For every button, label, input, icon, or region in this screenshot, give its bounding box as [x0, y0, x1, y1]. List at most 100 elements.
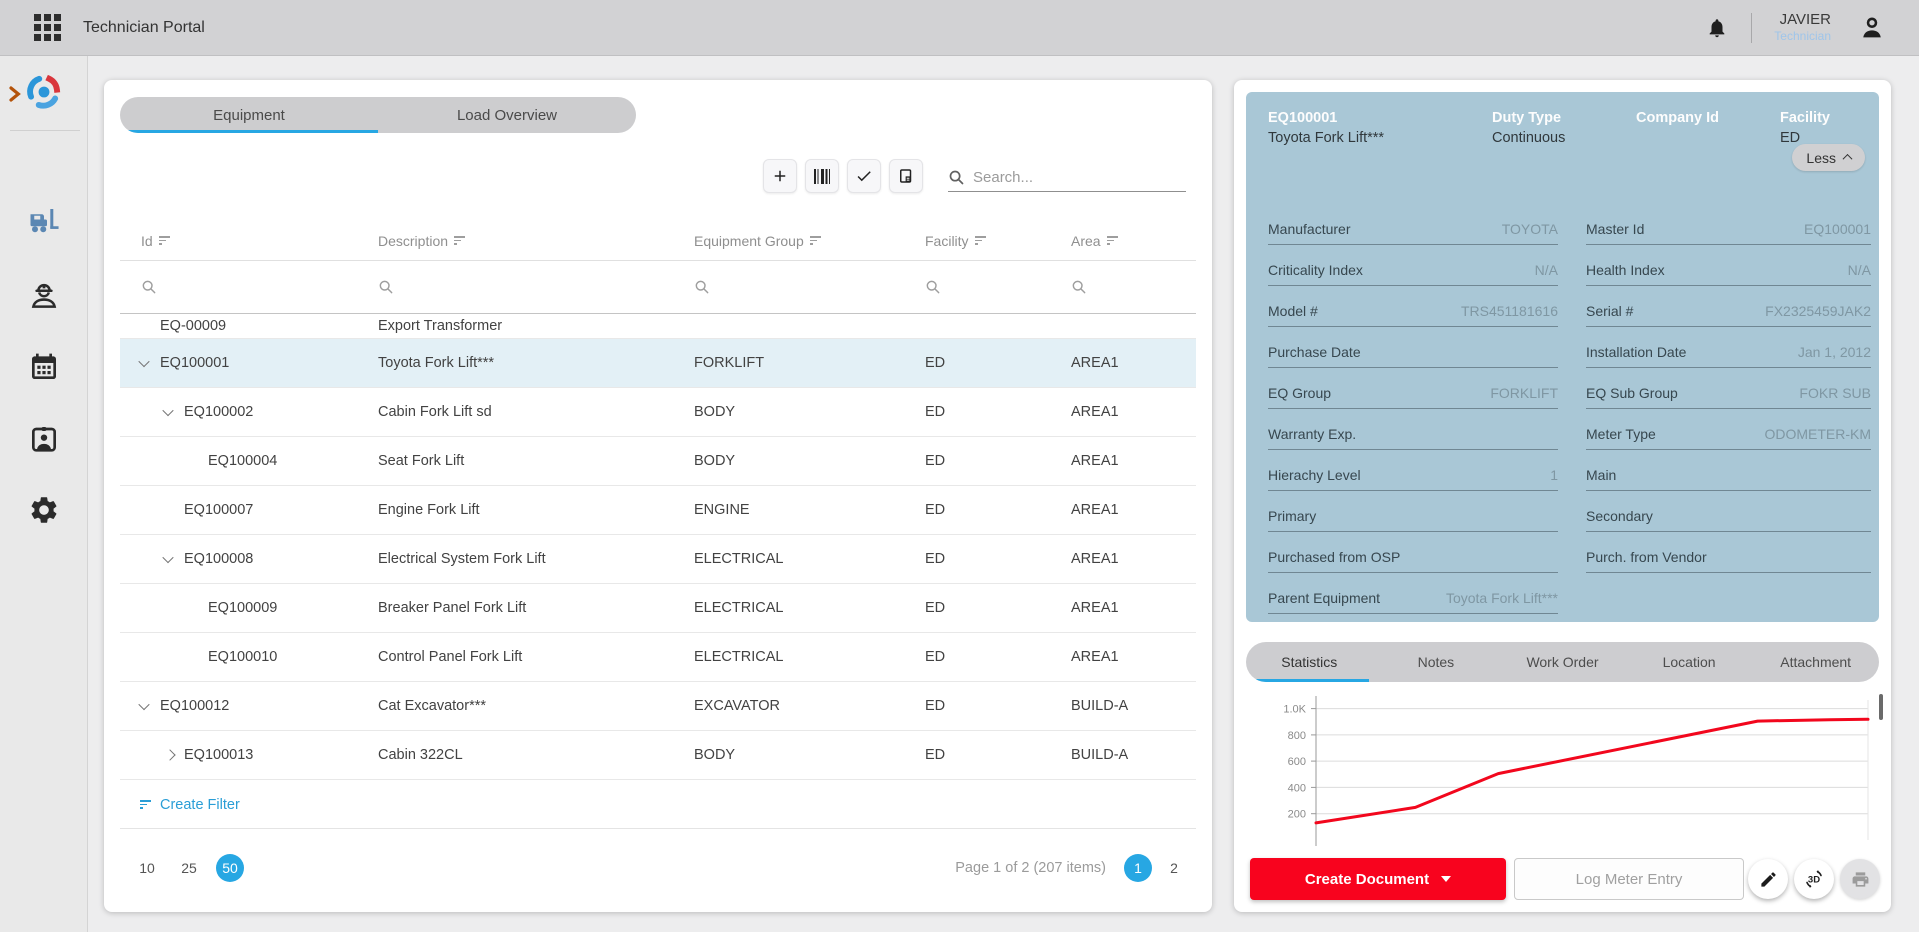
- caret-down-icon: [1441, 876, 1451, 882]
- table-header-row: Id Description Equipment Group Facility …: [120, 221, 1196, 261]
- detail-field: Meter Type ODOMETER-KM: [1586, 409, 1871, 450]
- svg-text:600: 600: [1288, 756, 1306, 768]
- detail-field: Main: [1586, 450, 1871, 491]
- detail-tab-statistics[interactable]: Statistics: [1246, 642, 1373, 682]
- row-area: AREA1: [1071, 453, 1196, 469]
- add-button[interactable]: [763, 159, 797, 193]
- row-description: Engine Fork Lift: [378, 502, 694, 518]
- page-button-2[interactable]: 2: [1160, 854, 1188, 882]
- header-filter-icon[interactable]: [1107, 236, 1118, 245]
- detail-tab-attachment[interactable]: Attachment: [1752, 642, 1879, 682]
- rotate-3d-button[interactable]: 3D: [1794, 859, 1834, 899]
- equipment-forklift-icon[interactable]: [20, 197, 68, 245]
- collapse-chevron-icon[interactable]: [8, 86, 22, 107]
- row-expand-icon[interactable]: [140, 702, 160, 710]
- log-meter-entry-button[interactable]: Log Meter Entry: [1514, 858, 1744, 900]
- filter-input-area[interactable]: [1071, 261, 1196, 313]
- row-equipment-group: ELECTRICAL: [694, 551, 925, 567]
- chart-scrollbar[interactable]: [1879, 694, 1883, 720]
- field-value: FOKR SUB: [1799, 385, 1871, 401]
- notification-bell-icon[interactable]: [1699, 10, 1735, 46]
- detail-tab-work-order[interactable]: Work Order: [1499, 642, 1626, 682]
- row-expand-icon[interactable]: [164, 751, 184, 759]
- badge-icon[interactable]: [20, 415, 68, 463]
- row-facility: ED: [925, 404, 1071, 420]
- detail-field: Primary: [1268, 491, 1558, 532]
- line-chart: 2004006008001.0K: [1246, 690, 1880, 848]
- column-header-description[interactable]: Description: [378, 233, 694, 249]
- row-expand-icon[interactable]: [164, 408, 184, 416]
- table-row[interactable]: EQ100013 Cabin 322CL BODY ED BUILD-A: [120, 731, 1196, 780]
- header-filter-icon[interactable]: [975, 236, 986, 245]
- technician-icon[interactable]: [20, 272, 68, 320]
- filter-input-description[interactable]: [378, 261, 694, 313]
- field-label: Health Index: [1586, 262, 1665, 278]
- apps-grid-icon[interactable]: [34, 14, 61, 41]
- row-facility: ED: [925, 747, 1071, 763]
- row-equipment-group: ELECTRICAL: [694, 600, 925, 616]
- detail-duty-type: Duty Type Continuous: [1492, 108, 1565, 149]
- row-description: Cabin 322CL: [378, 747, 694, 763]
- field-value: Toyota Fork Lift***: [1446, 590, 1558, 606]
- row-description: Cabin Fork Lift sd: [378, 404, 694, 420]
- search-field[interactable]: [948, 164, 1186, 192]
- table-row[interactable]: EQ100002 Cabin Fork Lift sd BODY ED AREA…: [120, 388, 1196, 437]
- tab-equipment[interactable]: Equipment: [120, 97, 378, 133]
- detail-equipment-name: Toyota Fork Lift***: [1268, 128, 1384, 148]
- row-id: EQ100007: [184, 502, 253, 518]
- table-row[interactable]: EQ-00009 Export Transformer: [120, 314, 1196, 339]
- search-input[interactable]: [973, 169, 1163, 186]
- tab-load-overview[interactable]: Load Overview: [378, 97, 636, 133]
- barcode-scan-button[interactable]: [805, 159, 839, 193]
- settings-gear-icon[interactable]: [20, 486, 68, 534]
- row-id: EQ100010: [208, 649, 277, 665]
- page-size-10[interactable]: 10: [132, 860, 162, 876]
- filter-row: [120, 261, 1196, 314]
- page-button-1[interactable]: 1: [1124, 854, 1152, 882]
- user-profile-icon[interactable]: [1853, 9, 1891, 47]
- search-icon: [948, 169, 965, 186]
- row-id: EQ-00009: [160, 318, 226, 334]
- detail-tab-location[interactable]: Location: [1626, 642, 1753, 682]
- print-button[interactable]: [1840, 859, 1880, 899]
- row-expand-icon[interactable]: [164, 555, 184, 563]
- header-filter-icon[interactable]: [810, 236, 821, 245]
- filter-input-facility[interactable]: [925, 261, 1071, 313]
- detail-tab-notes[interactable]: Notes: [1373, 642, 1500, 682]
- row-facility: ED: [925, 453, 1071, 469]
- column-header-equipment-group[interactable]: Equipment Group: [694, 233, 925, 249]
- page-size-50[interactable]: 50: [216, 854, 244, 882]
- header-filter-icon[interactable]: [159, 236, 170, 245]
- field-label: Main: [1586, 467, 1616, 483]
- row-description: Cat Excavator***: [378, 698, 694, 714]
- table-row[interactable]: EQ100004 Seat Fork Lift BODY ED AREA1: [120, 437, 1196, 486]
- column-header-id[interactable]: Id: [120, 233, 378, 249]
- filter-input-equipment-group[interactable]: [694, 261, 925, 313]
- equipment-tab-bar: Equipment Load Overview: [120, 97, 636, 133]
- copy-document-button[interactable]: [889, 159, 923, 193]
- row-area: AREA1: [1071, 600, 1196, 616]
- create-filter-link[interactable]: Create Filter: [120, 781, 1196, 829]
- column-header-facility[interactable]: Facility: [925, 233, 1071, 249]
- page-size-25[interactable]: 25: [174, 860, 204, 876]
- column-header-area[interactable]: Area: [1071, 233, 1196, 249]
- edit-pencil-button[interactable]: [1748, 859, 1788, 899]
- less-toggle-button[interactable]: Less: [1792, 144, 1865, 171]
- table-row[interactable]: EQ100012 Cat Excavator*** EXCAVATOR ED B…: [120, 682, 1196, 731]
- create-document-button[interactable]: Create Document: [1250, 858, 1506, 900]
- confirm-button[interactable]: [847, 159, 881, 193]
- table-row[interactable]: EQ100008 Electrical System Fork Lift ELE…: [120, 535, 1196, 584]
- pagination-bar: 102550 Page 1 of 2 (207 items) 12: [120, 840, 1188, 896]
- table-row[interactable]: EQ100009 Breaker Panel Fork Lift ELECTRI…: [120, 584, 1196, 633]
- field-label: Criticality Index: [1268, 262, 1363, 278]
- header-filter-icon[interactable]: [454, 236, 465, 245]
- schedule-calendar-icon[interactable]: [20, 343, 68, 391]
- app-logo[interactable]: [24, 72, 64, 117]
- table-row[interactable]: EQ100001 Toyota Fork Lift*** FORKLIFT ED…: [120, 339, 1196, 388]
- table-row[interactable]: EQ100007 Engine Fork Lift ENGINE ED AREA…: [120, 486, 1196, 535]
- row-expand-icon[interactable]: [140, 359, 160, 367]
- print-icon: [1851, 870, 1870, 889]
- filter-input-id[interactable]: [120, 261, 378, 313]
- table-row[interactable]: EQ100010 Control Panel Fork Lift ELECTRI…: [120, 633, 1196, 682]
- detail-field: Secondary: [1586, 491, 1871, 532]
